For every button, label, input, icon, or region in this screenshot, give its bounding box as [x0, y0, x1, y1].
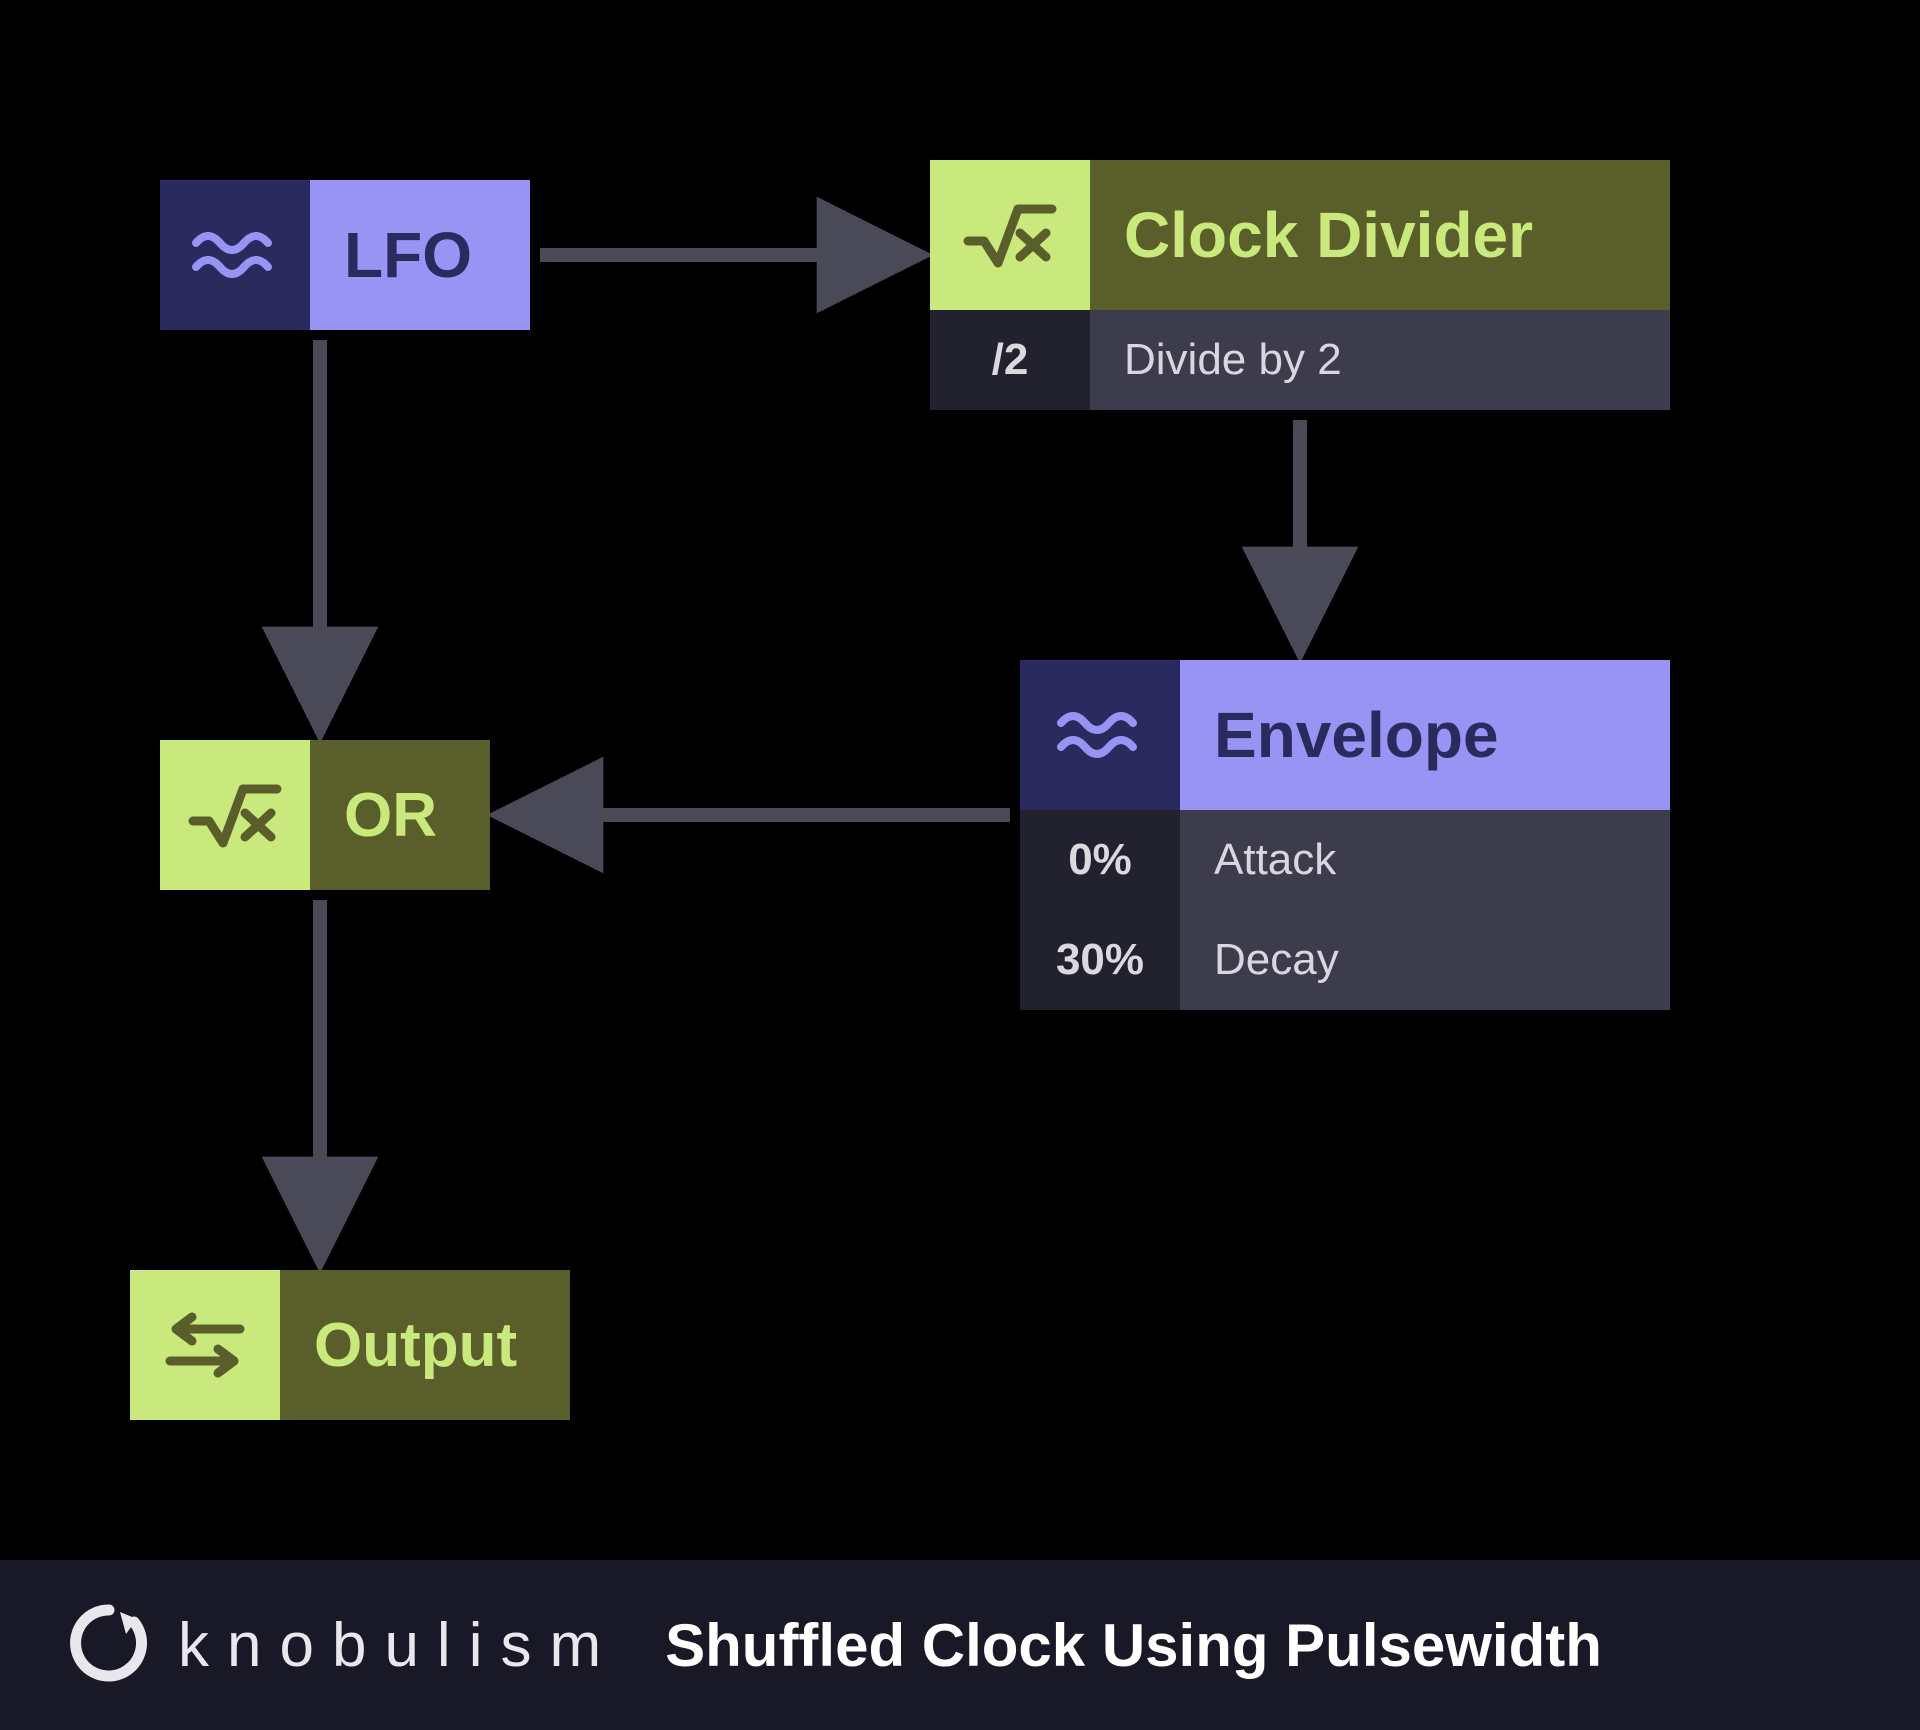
node-envelope: Envelope 0% Attack 30% Decay [1020, 660, 1670, 1010]
node-or-label: OR [310, 740, 490, 890]
node-output: Output [130, 1270, 570, 1420]
diagram-canvas: LFO Clock Divider /2 Divide by 2 [0, 0, 1920, 1560]
node-clock-divider: Clock Divider /2 Divide by 2 [930, 160, 1670, 410]
brand-name: knobulism [178, 1610, 619, 1681]
node-or: OR [160, 740, 490, 890]
param-row: 0% Attack [1020, 810, 1670, 910]
brand-logo-icon [70, 1604, 148, 1687]
node-lfo: LFO [160, 180, 530, 330]
footer-bar: knobulism Shuffled Clock Using Pulsewidt… [0, 1560, 1920, 1730]
wave-icon [1020, 660, 1180, 810]
node-lfo-label: LFO [310, 180, 530, 330]
sqrt-icon [160, 740, 310, 890]
io-icon [130, 1270, 280, 1420]
wave-icon [160, 180, 310, 330]
node-output-label: Output [280, 1270, 570, 1420]
sqrt-icon [930, 160, 1090, 310]
param-key: 0% [1020, 810, 1180, 910]
param-value: Decay [1180, 910, 1670, 1010]
brand: knobulism [70, 1604, 619, 1687]
node-clock-divider-label: Clock Divider [1090, 160, 1670, 310]
param-key: 30% [1020, 910, 1180, 1010]
node-envelope-label: Envelope [1180, 660, 1670, 810]
diagram-title: Shuffled Clock Using Pulsewidth [665, 1611, 1602, 1680]
param-value: Attack [1180, 810, 1670, 910]
param-row: 30% Decay [1020, 910, 1670, 1010]
param-value: Divide by 2 [1090, 310, 1670, 410]
param-row: /2 Divide by 2 [930, 310, 1670, 410]
param-key: /2 [930, 310, 1090, 410]
